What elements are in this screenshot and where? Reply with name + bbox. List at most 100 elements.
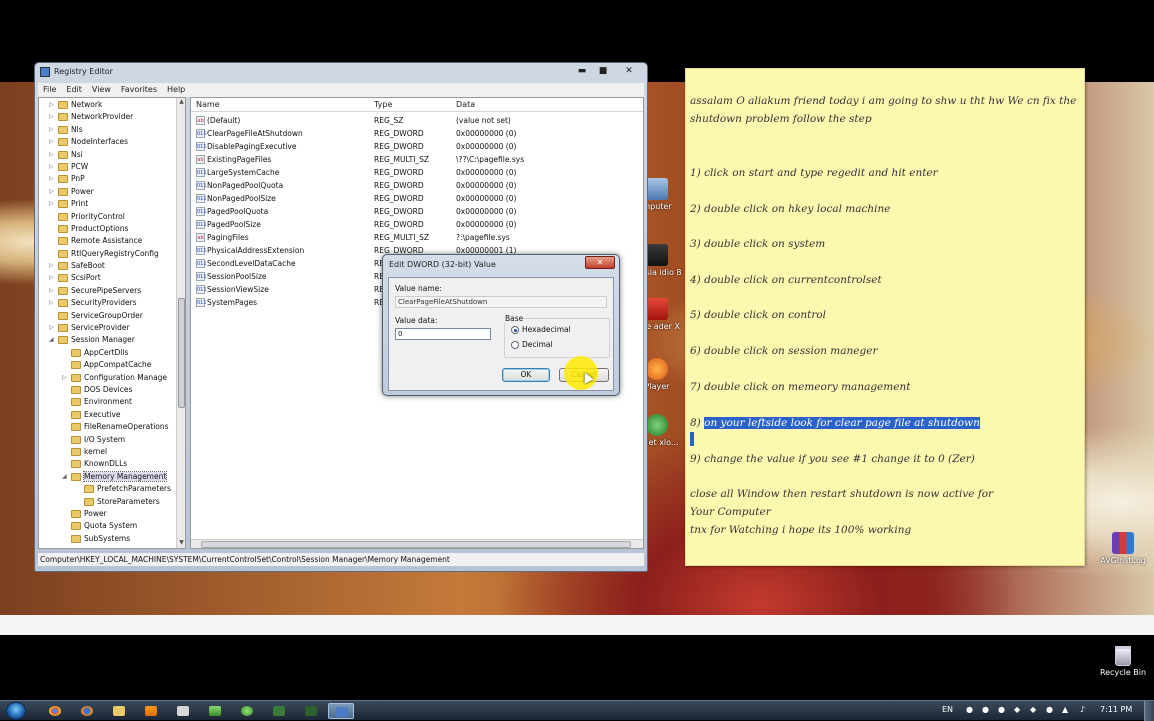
tree-item[interactable]: Quota System [39,520,185,532]
tree-item[interactable]: ▷ Nls [39,124,185,136]
menu-edit[interactable]: Edit [61,83,87,94]
expand-arrow-icon[interactable]: ▷ [49,188,55,195]
tree-item[interactable]: ▷ Nsi [39,149,185,161]
language-indicator[interactable]: EN [942,705,953,714]
column-header-data[interactable]: Data [456,100,475,109]
tree-item[interactable]: ▷ NodeInterfaces [39,136,185,148]
value-row[interactable]: 011 DisablePagingExecutive REG_DWORD 0x0000… [191,140,643,153]
tree-scrollbar[interactable]: ▲ ▼ [176,98,185,548]
tree-item[interactable]: ▷ Power [39,186,185,198]
expand-arrow-icon[interactable]: ▷ [49,262,55,269]
sticky-note[interactable]: assalam O aliakum friend today i am goin… [685,68,1085,566]
volume-icon[interactable]: ♪ [1080,705,1085,714]
taskbar-app-9[interactable] [298,703,324,719]
value-row[interactable]: ab PagingFiles REG_MULTI_SZ ?:\pagefile.sys [191,231,643,244]
tree-item[interactable]: FileRenameOperations [39,421,185,433]
taskbar-firefox[interactable] [74,703,100,719]
decimal-radio[interactable] [511,341,519,349]
expanded-arrow-icon[interactable]: ◢ [49,336,55,343]
tree-item[interactable]: ▷ Print [39,198,185,210]
expand-arrow-icon[interactable]: ▷ [49,299,55,306]
title-bar[interactable]: Registry Editor ▬ ■ ✕ [35,63,647,81]
tree-item[interactable]: ▷ PCW [39,161,185,173]
tree-item[interactable]: kernel [39,446,185,458]
expand-arrow-icon[interactable]: ▷ [62,374,68,381]
tray-icon[interactable]: ● [966,705,973,714]
taskbar-messenger[interactable] [202,703,228,719]
tree-item[interactable]: AppCompatCache [39,359,185,371]
tray-icon[interactable]: ▲ [1062,705,1068,714]
value-data-input[interactable]: 0 [395,328,491,340]
tree-item[interactable]: ▷ SecurePipeServers [39,285,185,297]
tree-item[interactable]: SubSystems [39,533,185,545]
menu-help[interactable]: Help [162,83,190,94]
taskbar-media[interactable] [170,703,196,719]
expand-arrow-icon[interactable]: ▷ [49,175,55,182]
value-row[interactable]: 011 NonPagedPoolSize REG_DWORD 0x00000000 (… [191,192,643,205]
tree-item[interactable]: RtlQueryRegistryConfig [39,248,185,260]
taskbar-regedit[interactable] [328,703,354,719]
dialog-close-button[interactable]: ✕ [585,256,615,269]
expand-arrow-icon[interactable]: ▷ [49,324,55,331]
menu-file[interactable]: File [38,83,61,94]
taskbar-vlc[interactable] [138,703,164,719]
tray-icon[interactable]: ● [1046,705,1053,714]
tree-item[interactable]: Power [39,508,185,520]
tray-icon[interactable]: ◆ [1014,705,1020,714]
expanded-arrow-icon[interactable]: ◢ [62,473,68,480]
hexadecimal-radio[interactable] [511,326,519,334]
maximize-button[interactable]: ■ [593,64,613,78]
expand-arrow-icon[interactable]: ▷ [49,287,55,294]
hexadecimal-label[interactable]: Hexadecimal [522,325,571,334]
value-row[interactable]: 011 PagedPoolQuota REG_DWORD 0x00000000 (0) [191,205,643,218]
expand-arrow-icon[interactable]: ▷ [49,163,55,170]
tree-item[interactable]: ▷ PnP [39,173,185,185]
minimize-button[interactable]: ▬ [571,64,593,78]
menu-favorites[interactable]: Favorites [116,83,162,94]
taskbar-chrome[interactable] [42,703,68,719]
tree-item[interactable]: AppCertDlls [39,347,185,359]
values-hscrollbar[interactable] [191,539,643,548]
tree-item[interactable]: ▷ Configuration Manage [39,372,185,384]
menu-view[interactable]: View [87,83,116,94]
tree-item[interactable]: DOS Devices [39,384,185,396]
ok-button[interactable]: OK [502,368,550,382]
scroll-down-icon[interactable]: ▼ [177,539,185,548]
value-row[interactable]: ab (Default) REG_SZ (value not set) [191,114,643,127]
expand-arrow-icon[interactable]: ▷ [49,138,55,145]
tree-item[interactable]: Environment [39,396,185,408]
tray-icon[interactable]: ● [982,705,989,714]
value-row[interactable]: 011 NonPagedPoolQuota REG_DWORD 0x00000000 … [191,179,643,192]
scroll-up-icon[interactable]: ▲ [177,98,185,107]
expand-arrow-icon[interactable]: ▷ [49,101,55,108]
tree-item[interactable]: KnownDLLs [39,458,185,470]
expand-arrow-icon[interactable]: ▷ [49,151,55,158]
tree-item[interactable]: ▷ SafeBoot [39,260,185,272]
tree-item[interactable]: PriorityControl [39,211,185,223]
clock[interactable]: 7:11 PM [1100,705,1132,714]
taskbar-utorrent[interactable] [234,703,260,719]
tree-item[interactable]: ◢ Memory Management [39,470,185,483]
start-button[interactable] [6,702,26,720]
tree-item[interactable]: ▷ Network [39,99,185,111]
tree-item[interactable]: ▷ NetworkProvider [39,111,185,123]
close-button[interactable]: ✕ [615,64,643,78]
tree-item[interactable]: ServiceGroupOrder [39,310,185,322]
column-header-name[interactable]: Name [196,100,220,109]
tree-item[interactable]: ▷ ServiceProvider [39,322,185,334]
desktop-icon-recycle-bin[interactable]: Recycle Bin [1096,646,1150,677]
tree-item[interactable]: ▷ ScsiPort [39,272,185,284]
desktop-icon-avg-log[interactable]: AVGInstLog [1096,532,1150,566]
tree-item[interactable]: PrefetchParameters [39,483,185,495]
tree-item[interactable]: Executive [39,409,185,421]
tree-item[interactable]: Remote Assistance [39,235,185,247]
expand-arrow-icon[interactable]: ▷ [49,126,55,133]
tree-item[interactable]: ▷ SecurityProviders [39,297,185,309]
column-header-type[interactable]: Type [374,100,392,109]
tree-item[interactable]: I/O System [39,434,185,446]
tree-item[interactable]: ◢ Session Manager [39,334,185,346]
tree-item[interactable]: StoreParameters [39,496,185,508]
scroll-thumb[interactable] [178,298,185,408]
tree-item[interactable]: ProductOptions [39,223,185,235]
value-row[interactable]: 011 PagedPoolSize REG_DWORD 0x00000000 (0) [191,218,643,231]
